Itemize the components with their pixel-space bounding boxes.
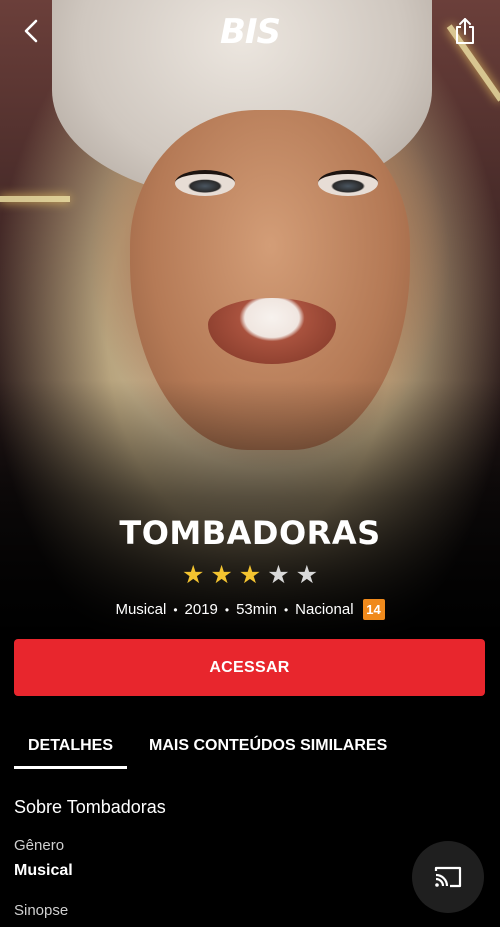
meta-origin: Nacional xyxy=(295,601,354,618)
genre-value: Musical xyxy=(14,862,73,879)
access-button-label: ACESSAR xyxy=(209,658,290,676)
chevron-left-icon xyxy=(24,19,38,43)
meta-separator: • xyxy=(224,602,230,617)
age-rating-badge: 14 xyxy=(362,599,385,620)
meta-separator: • xyxy=(173,602,178,617)
tab-similar-content[interactable]: MAIS CONTEÚDOS SIMILARES xyxy=(149,724,387,768)
back-button[interactable] xyxy=(14,14,48,48)
active-tab-indicator xyxy=(14,766,127,769)
meta-genre: Musical xyxy=(115,601,167,618)
top-bar: BIS xyxy=(0,0,500,64)
star-rating: ★ ★ ★ ★ ★ xyxy=(0,562,500,588)
meta-year: 2019 xyxy=(184,601,218,618)
star-filled-icon: ★ xyxy=(181,561,205,589)
logo-text: BIS xyxy=(219,12,281,52)
genre-label: Gênero xyxy=(14,837,65,854)
synopsis-label: Sinopse xyxy=(14,902,69,919)
cast-icon xyxy=(434,866,462,888)
access-button[interactable]: ACESSAR xyxy=(14,639,485,696)
meta-separator: • xyxy=(283,602,289,617)
star-filled-icon: ★ xyxy=(238,561,262,589)
cast-button[interactable] xyxy=(412,841,484,913)
tab-details[interactable]: DETALHES xyxy=(14,724,127,768)
star-empty-icon: ★ xyxy=(295,561,319,589)
show-meta: Musical • 2019 • 53min • Nacional 14 xyxy=(0,599,500,620)
bis-logo: BIS xyxy=(212,12,288,52)
tab-similar-label: MAIS CONTEÚDOS SIMILARES xyxy=(149,737,388,754)
tab-details-label: DETALHES xyxy=(27,737,114,754)
tab-bar: DETALHES MAIS CONTEÚDOS SIMILARES xyxy=(14,724,486,770)
meta-duration: 53min xyxy=(236,601,277,618)
star-empty-icon: ★ xyxy=(267,561,290,589)
share-icon xyxy=(456,18,474,44)
show-title: TOMBADORAS xyxy=(119,514,381,552)
about-heading: Sobre Tombadoras xyxy=(14,797,166,817)
star-filled-icon: ★ xyxy=(210,561,233,589)
share-button[interactable] xyxy=(448,14,482,48)
